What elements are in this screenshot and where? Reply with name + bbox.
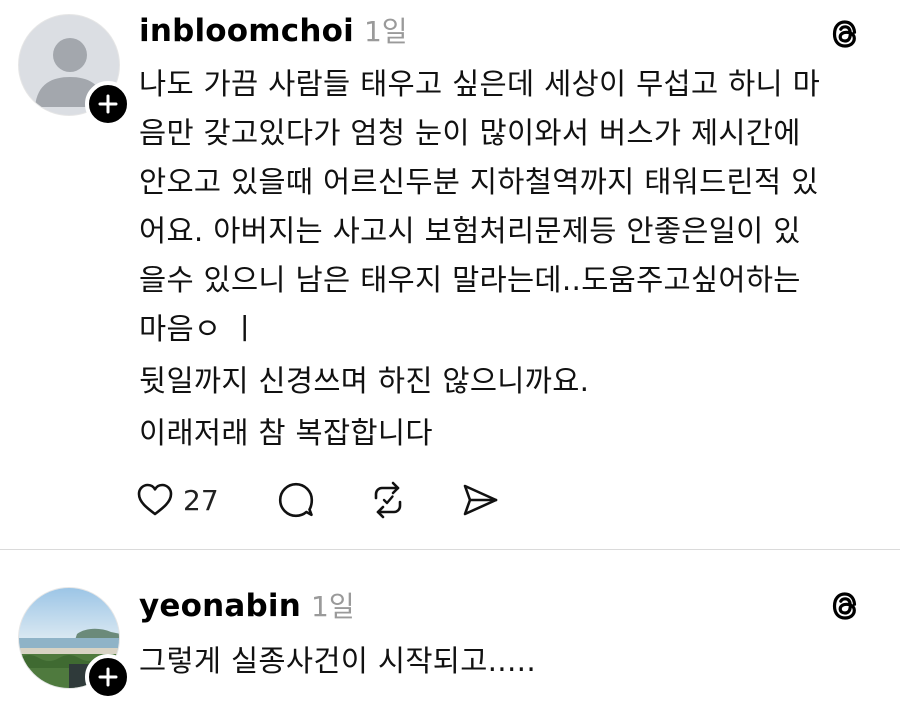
post: inbloomchoi 1일 나도 가끔 사람들 태우고 싶은데 세상이 무섭고…	[0, 0, 900, 550]
heart-icon	[137, 483, 173, 516]
post-text-line: 뒷일까지 신경쓰며 하진 않으니까요.	[139, 364, 590, 398]
post-text-line: 이래저래 참 복잡합니다	[139, 416, 433, 450]
share-button[interactable]	[434, 470, 526, 530]
post-divider	[0, 549, 900, 550]
post-text-line: 나도 가끔 사람들 태우고 싶은데 세상이 무섭고 하니 마	[139, 67, 821, 101]
post-text-line: 마음ㅇ ㅣ	[139, 312, 259, 346]
avatar-container[interactable]	[18, 587, 131, 700]
post-text-line: 그렇게 실종사건이 시작되고.....	[139, 644, 537, 678]
plus-icon	[98, 94, 118, 114]
post-header: yeonabin 1일	[139, 585, 355, 625]
timestamp[interactable]: 1일	[364, 10, 408, 50]
threads-logo-icon[interactable]	[824, 585, 866, 627]
post-actions: 27	[135, 470, 526, 530]
threads-feed: inbloomchoi 1일 나도 가끔 사람들 태우고 싶은데 세상이 무섭고…	[0, 0, 900, 705]
repost-icon	[374, 481, 402, 519]
comment-icon	[278, 482, 314, 518]
reply-button[interactable]	[250, 470, 342, 530]
post-text-line: 을수 있으니 남은 태우지 말라는데..도움주고싶어하는	[139, 263, 801, 297]
follow-button[interactable]	[85, 654, 131, 700]
repost-button[interactable]	[342, 470, 434, 530]
send-icon	[463, 484, 498, 516]
post-text-line: 음만 갖고있다가 엄청 눈이 많이와서 버스가 제시간에	[139, 116, 801, 150]
post-text-line: 안오고 있을때 어르신두분 지하철역까지 태워드린적 있	[139, 165, 819, 199]
post: 그렇게 실종사건이 시작되고.....	[0, 551, 900, 705]
username[interactable]: inbloomchoi	[139, 13, 354, 49]
like-button[interactable]: 27	[135, 470, 250, 530]
plus-icon	[98, 667, 118, 687]
post-header: inbloomchoi 1일	[139, 10, 408, 50]
post-body: 나도 가끔 사람들 태우고 싶은데 세상이 무섭고 하니 마 음만 갖고있다가 …	[139, 60, 879, 458]
username[interactable]: yeonabin	[139, 588, 301, 624]
post-body: 그렇게 실종사건이 시작되고.....	[139, 637, 879, 686]
post-text-line: 어요. 아버지는 사고시 보험처리문제등 안좋은일이 있	[139, 214, 801, 248]
like-count: 27	[183, 483, 219, 517]
follow-button[interactable]	[85, 81, 131, 127]
avatar-container[interactable]	[18, 14, 131, 127]
threads-logo-icon[interactable]	[824, 13, 866, 55]
timestamp[interactable]: 1일	[311, 585, 355, 625]
